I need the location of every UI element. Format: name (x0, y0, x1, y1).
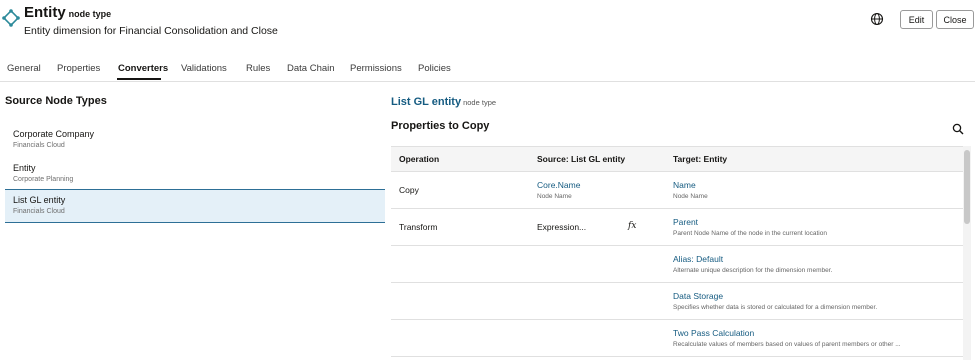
target-property-desc: Alternate unique description for the dim… (673, 267, 833, 274)
converter-title-suffix: node type (463, 98, 497, 107)
page-title-suffix: node type (68, 9, 112, 19)
source-node-app: Financials Cloud (13, 208, 65, 215)
table-row[interactable]: Alias: Default Alternate unique descript… (391, 246, 963, 283)
column-header-operation: Operation (399, 154, 440, 164)
source-node-item-selected[interactable]: List GL entity Financials Cloud (5, 189, 385, 223)
source-node-name: List GL entity (13, 195, 66, 205)
page-title-text: Entity (24, 4, 66, 21)
source-node-app: Corporate Planning (13, 176, 74, 183)
source-node-item[interactable]: Entity Corporate Planning (5, 158, 385, 192)
operation-cell: Copy (399, 185, 419, 195)
table-row[interactable]: Transform Expression... fx Parent Parent… (391, 209, 963, 246)
globe-icon[interactable] (870, 12, 884, 26)
target-property-link[interactable]: Alias: Default (673, 254, 723, 264)
page-header: Entity node type Entity dimension for Fin… (0, 0, 975, 50)
table-row[interactable]: Copy Core.Name Node Name Name Node Name (391, 172, 963, 209)
source-node-name: Entity (13, 163, 36, 173)
edit-button[interactable]: Edit (900, 10, 933, 29)
source-node-item[interactable]: Corporate Company Financials Cloud (5, 124, 385, 158)
converter-title-text: List GL entity (391, 96, 462, 108)
operation-cell: Transform (399, 222, 438, 232)
tab-bar: General Properties Converters Validation… (0, 58, 975, 82)
target-property-link[interactable]: Two Pass Calculation (673, 328, 754, 338)
tab-rules[interactable]: Rules (246, 63, 270, 74)
properties-to-copy-title: Properties to Copy (391, 120, 490, 132)
table-header: Operation Source: List GL entity Target:… (391, 146, 963, 172)
column-header-target: Target: Entity (673, 154, 728, 164)
target-property-link[interactable]: Data Storage (673, 291, 723, 301)
tab-general[interactable]: General (7, 63, 41, 74)
page-subtitle: Entity dimension for Financial Consolida… (24, 25, 278, 37)
target-property-link[interactable]: Parent (673, 217, 698, 227)
target-property-desc: Node Name (673, 193, 708, 200)
target-property-desc: Parent Node Name of the node in the curr… (673, 230, 827, 237)
search-icon[interactable] (952, 123, 964, 135)
column-header-source: Source: List GL entity (537, 154, 626, 164)
source-node-app: Financials Cloud (13, 142, 65, 149)
page-title: Entity node type (24, 4, 111, 21)
tab-data-chain[interactable]: Data Chain (287, 63, 335, 74)
source-property-desc: Node Name (537, 193, 572, 200)
table-scrollbar[interactable] (963, 146, 971, 360)
tab-permissions[interactable]: Permissions (350, 63, 402, 74)
source-node-name: Corporate Company (13, 129, 95, 139)
table-row[interactable]: Two Pass Calculation Recalculate values … (391, 320, 963, 357)
target-property-link[interactable]: Name (673, 180, 696, 190)
source-property-link[interactable]: Core.Name (537, 180, 580, 190)
source-expression[interactable]: Expression... (537, 222, 586, 232)
tab-properties[interactable]: Properties (57, 63, 100, 74)
source-node-types-title: Source Node Types (5, 95, 107, 107)
table-row[interactable]: Data Storage Specifies whether data is s… (391, 283, 963, 320)
active-tab-indicator (117, 78, 161, 80)
fx-icon[interactable]: fx (628, 221, 636, 231)
target-property-desc: Recalculate values of members based on v… (673, 341, 901, 348)
converter-title: List GL entity node type (391, 96, 496, 108)
tab-converters[interactable]: Converters (118, 63, 168, 74)
properties-table: Operation Source: List GL entity Target:… (391, 146, 963, 360)
tab-policies[interactable]: Policies (418, 63, 451, 74)
tab-validations[interactable]: Validations (181, 63, 227, 74)
close-button[interactable]: Close (936, 10, 974, 29)
scrollbar-thumb[interactable] (964, 150, 970, 224)
target-property-desc: Specifies whether data is stored or calc… (673, 304, 878, 311)
node-type-icon (2, 9, 20, 27)
